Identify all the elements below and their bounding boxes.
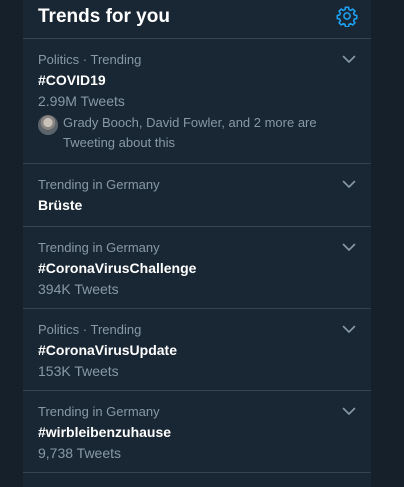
trends-title: Trends for you	[38, 6, 170, 27]
trend-more-button[interactable]	[341, 403, 357, 419]
gear-icon	[336, 6, 358, 28]
trend-context: Trending in Germany	[38, 177, 160, 192]
trend-item-covid19[interactable]: Politics · Trending #COVID19 2.99M Tweet…	[23, 39, 371, 164]
trend-more-button[interactable]	[341, 176, 357, 192]
chevron-down-icon	[342, 407, 356, 415]
trend-tweet-count: 153K Tweets	[38, 363, 119, 379]
trend-item-wirbleibenzuhause[interactable]: Trending in Germany #wirbleibenzuhause 9…	[23, 391, 371, 473]
trend-name: #CoronaVirusChallenge	[38, 260, 197, 276]
trend-name: #wirbleibenzuhause	[38, 424, 172, 440]
trend-more-button[interactable]	[341, 239, 357, 255]
trend-context: Trending in Germany	[38, 404, 160, 419]
trend-related-text: Grady Booch, David Fowler, and 2 more ar…	[63, 115, 317, 150]
trend-more-button[interactable]	[341, 51, 357, 67]
trend-tweet-count: 2.99M Tweets	[38, 93, 125, 109]
chevron-down-icon	[342, 55, 356, 63]
trend-name: Brüste	[38, 197, 83, 213]
trends-panel: Trends for you Politics · Trending #COVI…	[23, 0, 371, 487]
trends-header: Trends for you	[23, 0, 371, 39]
trend-context: Trending in Germany	[38, 240, 160, 255]
chevron-down-icon	[342, 325, 356, 333]
chevron-down-icon	[342, 180, 356, 188]
trend-related-users: Grady Booch, David Fowler, and 2 more ar…	[38, 113, 356, 153]
trend-name: #CoronaVirusUpdate	[38, 342, 177, 358]
trend-name: #COVID19	[38, 72, 106, 88]
trend-more-button[interactable]	[341, 321, 357, 337]
chevron-down-icon	[342, 243, 356, 251]
trend-tweet-count: 9,738 Tweets	[38, 445, 122, 461]
avatar	[38, 115, 58, 135]
trend-context: Politics · Trending	[38, 52, 142, 67]
trend-context: Politics · Trending	[38, 322, 142, 337]
trends-settings-button[interactable]	[336, 5, 358, 28]
trend-item-bruste[interactable]: Trending in Germany Brüste	[23, 164, 371, 227]
trend-item-coronavirusupdate[interactable]: Politics · Trending #CoronaVirusUpdate 1…	[23, 309, 371, 391]
trend-item-coronaviruschallenge[interactable]: Trending in Germany #CoronaVirusChalleng…	[23, 227, 371, 309]
trend-tweet-count: 394K Tweets	[38, 281, 119, 297]
